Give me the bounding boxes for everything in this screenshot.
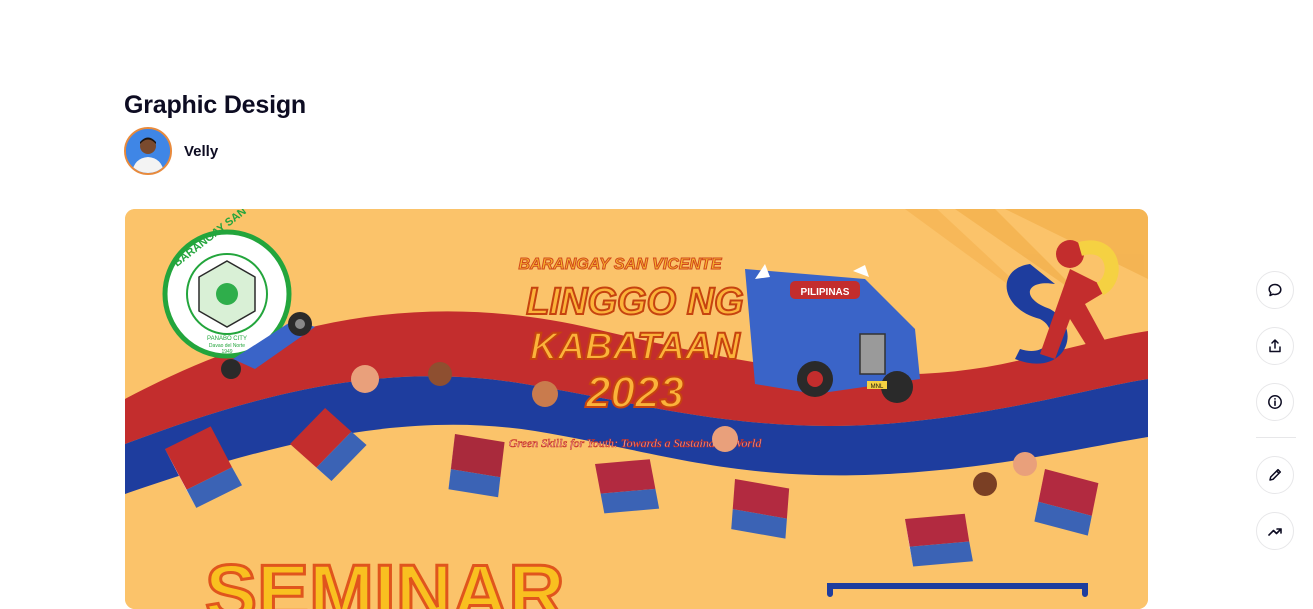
pencil-icon xyxy=(1269,468,1282,481)
headline-line2: KABATAAN xyxy=(530,326,741,368)
person-avatar-icon xyxy=(126,129,170,173)
details-button[interactable] xyxy=(1256,383,1294,421)
trending-up-icon xyxy=(1268,528,1282,536)
headline-line1: LINGGO NG xyxy=(526,281,743,323)
bottom-word: SEMINAR xyxy=(205,548,565,609)
chat-bubble-icon xyxy=(1268,283,1282,297)
info-icon xyxy=(1268,395,1282,409)
rail-divider xyxy=(1256,437,1296,438)
linggo-ng-kabataan-artwork: BARANGAY SAN VICENTE PANABO CITY Davao d… xyxy=(125,209,1148,609)
insights-button[interactable] xyxy=(1256,512,1294,550)
comments-button[interactable] xyxy=(1256,271,1294,309)
seal-year: 1949 xyxy=(221,349,232,355)
headline-year: 2023 xyxy=(585,368,684,417)
author-name[interactable]: Velly xyxy=(184,143,218,160)
headline-small: BARANGAY SAN VICENTE xyxy=(519,256,723,273)
seal-city: PANABO CITY xyxy=(207,336,247,342)
shot-image[interactable]: BARANGAY SAN VICENTE PANABO CITY Davao d… xyxy=(125,209,1148,609)
author-block: Velly xyxy=(124,127,218,175)
shot-title: Graphic Design xyxy=(124,90,306,119)
jeep-plate: MNL xyxy=(871,384,884,390)
jeep-sign: PILIPINAS xyxy=(801,287,850,298)
share-icon xyxy=(1269,339,1281,353)
share-button[interactable] xyxy=(1256,327,1294,365)
author-avatar[interactable] xyxy=(124,127,172,175)
edit-button[interactable] xyxy=(1256,456,1294,494)
